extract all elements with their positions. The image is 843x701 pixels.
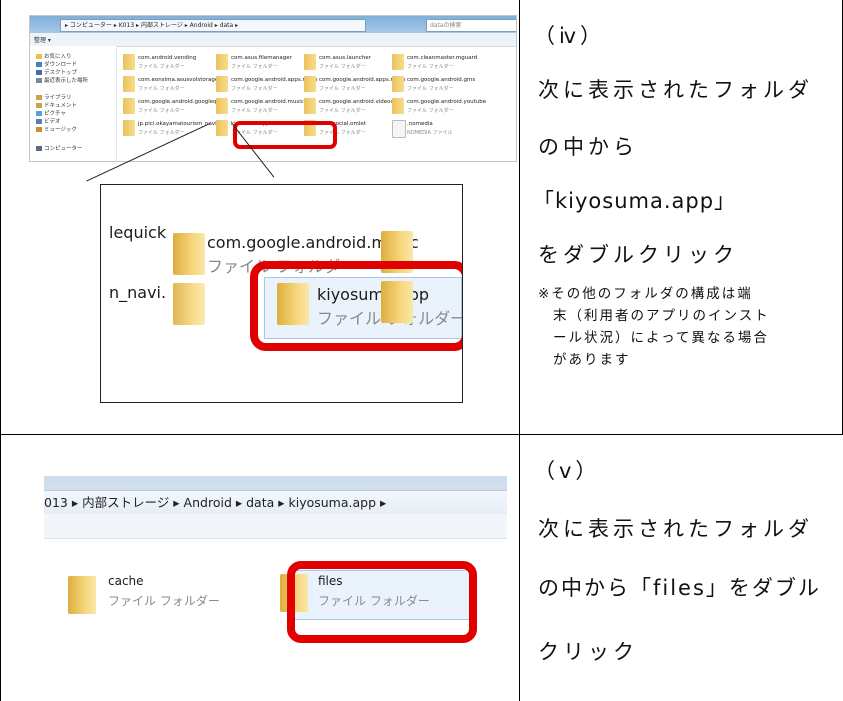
folder-item[interactable]: com.asus.filemanager ファイル フォルダー [216, 54, 304, 76]
search-input[interactable]: dataの検索 [426, 19, 516, 32]
sidebar-item-desktop[interactable]: デスクトップ [36, 68, 77, 76]
sidebar-item-favorites[interactable]: お気に入り [36, 52, 72, 60]
partial-folder-label: n_navi. [109, 283, 167, 302]
folder-item[interactable]: com.android.vending ファイル フォルダー [123, 54, 211, 76]
note-text: ※その他のフォルダの構成は端 [538, 286, 753, 302]
instruction-text: の中から「files」をダブル [538, 576, 821, 600]
note-text: ール状況）によって異なる場合 [553, 330, 769, 346]
picture-icon [36, 111, 42, 116]
explorer-screenshot-data-folder: ▸ コンピューター ▸ K013 ▸ 内部ストレージ ▸ Android ▸ d… [29, 15, 517, 162]
address-bar[interactable]: ▸ コンピューター ▸ K013 ▸ 内部ストレージ ▸ Android ▸ d… [60, 19, 366, 32]
folder-item[interactable]: com.cleanmaster.mguard ファイル フォルダー [392, 54, 480, 76]
folder-item[interactable]: com.google.android.gms ファイル フォルダー [392, 76, 480, 98]
folder-type: ファイル フォルダー [108, 594, 220, 608]
document-icon [36, 103, 42, 108]
folder-icon [304, 76, 316, 92]
folder-icon [216, 120, 228, 136]
sidebar-item-downloads[interactable]: ダウンロード [36, 60, 77, 68]
folder-item[interactable]: com.google.android.youtube ファイル フォルダー [392, 98, 486, 120]
file-item-nomedia[interactable]: .nomedia NOMEDIA ファイル [392, 120, 480, 142]
folder-icon [173, 283, 205, 325]
highlight-box [287, 561, 477, 643]
star-icon [36, 54, 42, 59]
folder-item[interactable]: com.google.android.apps.maps ファイル フォルダー [304, 76, 406, 98]
folder-icon [216, 54, 228, 70]
toolbar [44, 514, 507, 539]
folder-item[interactable]: com.google.android.music ファイル フォルダー [216, 98, 304, 120]
row-divider [0, 434, 843, 435]
folder-icon [392, 76, 404, 92]
sidebar-item-library[interactable]: ライブラリ [36, 93, 72, 101]
folder-icon [304, 98, 316, 114]
folder-item[interactable]: com.google.android.googlequick ファイル フォルダー [123, 98, 228, 120]
address-bar[interactable]: 013 ▸ 内部ストレージ ▸ Android ▸ data ▸ kiyosum… [44, 490, 507, 515]
folder-icon [392, 54, 404, 70]
instruction-text: の中から [538, 135, 638, 159]
folder-item[interactable]: com.eonsima.asusvolstorage ファイル フォルダー [123, 76, 218, 98]
note-text: があります [553, 352, 631, 368]
sidebar-item-computer[interactable]: コンピューター [36, 144, 83, 152]
music-icon [36, 127, 42, 132]
folder-item[interactable]: jp.pici.okayamatourism_navi ファイル フォルダー [123, 120, 217, 142]
toolbar: 整理 ▾ [30, 33, 516, 47]
file-icon [392, 120, 406, 138]
folder-icon [216, 98, 228, 114]
recent-icon [36, 78, 42, 83]
folder-icon [173, 233, 205, 275]
navigation-pane: お気に入り ダウンロード デスクトップ 最近表示した場所 ライブラリ ドキュメン… [30, 46, 117, 161]
folder-icon [304, 54, 316, 70]
instruction-text: 次に表示されたフォルダ [538, 517, 813, 541]
note-text: 末（利用者のアプリのインスト [553, 308, 770, 324]
folder-icon [68, 576, 96, 614]
organize-button[interactable]: 整理 ▾ [34, 35, 51, 44]
folder-icon [216, 76, 228, 92]
sidebar-item-music[interactable]: ミュージック [36, 125, 77, 133]
instruction-text: クリック [538, 640, 638, 664]
table-left-border [0, 0, 1, 435]
sidebar-item-documents[interactable]: ドキュメント [36, 101, 77, 109]
column-divider [519, 0, 520, 701]
computer-icon [36, 146, 42, 151]
download-icon [36, 62, 42, 67]
video-icon [36, 119, 42, 124]
folder-item[interactable]: com.asus.launcher ファイル フォルダー [304, 54, 392, 76]
folder-icon [392, 98, 404, 114]
folder-item[interactable]: com.google.android.apps.maps ファイル フォルダー [216, 76, 318, 98]
highlight-box [250, 261, 462, 351]
instruction-text: 「kiyosuma.app」 [533, 189, 737, 213]
folder-icon [123, 98, 135, 114]
folder-icon [123, 120, 135, 136]
table-left-border-2 [0, 435, 1, 701]
sidebar-item-pictures[interactable]: ピクチャ [36, 109, 66, 117]
instruction-text: 次に表示されたフォルダ [538, 78, 813, 102]
library-icon [36, 95, 42, 100]
cache-folder-name[interactable]: cache [108, 574, 144, 588]
zoom-callout: lequick com.google.android.music ファイル フォ… [100, 184, 463, 403]
desktop-icon [36, 70, 42, 75]
instruction-text: をダブルクリック [538, 243, 738, 267]
explorer-screenshot-kiyosuma-folder: 013 ▸ 内部ストレージ ▸ Android ▸ data ▸ kiyosum… [44, 476, 507, 691]
folder-item[interactable]: com.google.android.videos ファイル フォルダー [304, 98, 393, 120]
partial-folder-label: lequick [109, 223, 167, 242]
folder-icon [123, 76, 135, 92]
step-number-v: （ⅴ） [534, 459, 601, 483]
window-titlebar: ▸ コンピューター ▸ K013 ▸ 内部ストレージ ▸ Android ▸ d… [30, 16, 516, 33]
sidebar-item-videos[interactable]: ビデオ [36, 117, 61, 125]
sidebar-item-recent[interactable]: 最近表示した場所 [36, 76, 88, 84]
step-number-iv: （ⅳ） [534, 24, 606, 48]
folder-icon [123, 54, 135, 70]
